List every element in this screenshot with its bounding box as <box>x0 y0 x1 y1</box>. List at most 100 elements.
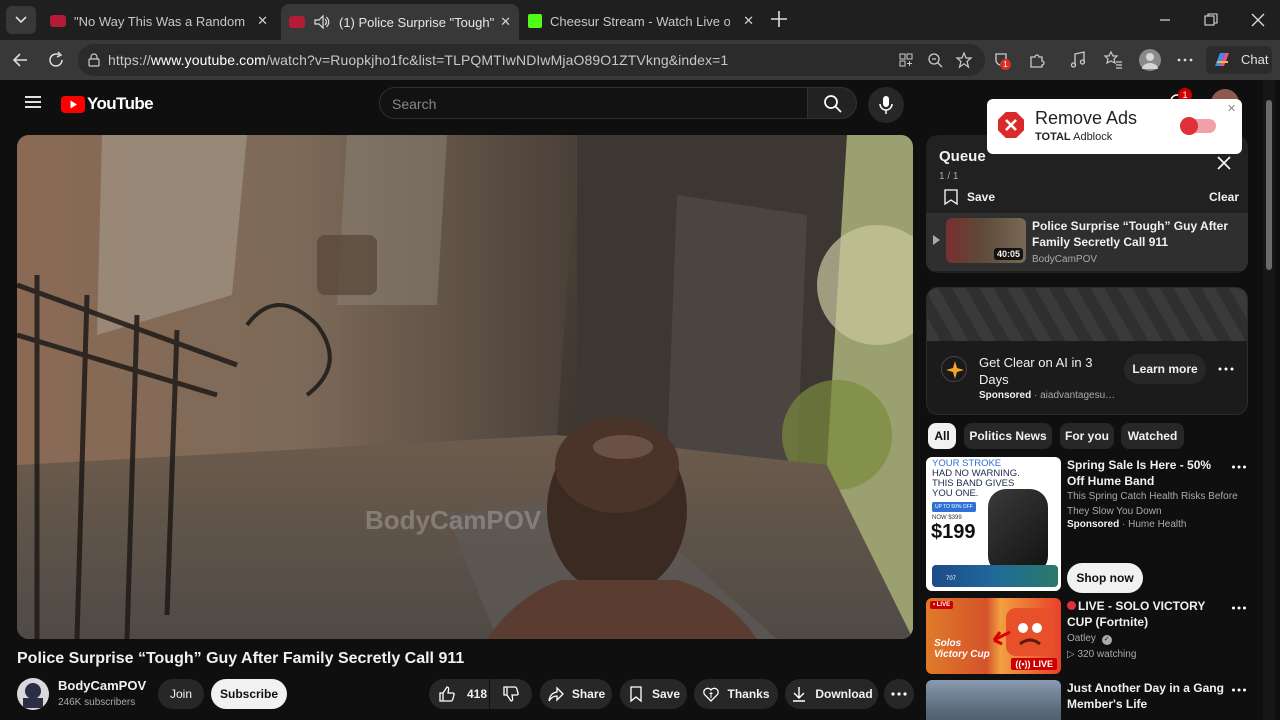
kick-favicon-icon <box>528 14 542 28</box>
tab-title: (1) Police Surprise "Tough" Gu <box>339 14 495 30</box>
search-placeholder: Search <box>392 96 437 112</box>
queue-save-button[interactable]: Save <box>943 188 995 206</box>
url-text: https://www.youtube.com/watch?v=Ruopkjho… <box>108 52 728 68</box>
channel-avatar[interactable] <box>17 678 49 710</box>
tab-3[interactable]: Cheesur Stream - Watch Live on K ✕ <box>522 6 762 36</box>
channel-logo-icon <box>23 683 43 708</box>
voice-search-button[interactable] <box>868 87 904 123</box>
copilot-icon <box>1215 53 1229 66</box>
rec-more-button[interactable] <box>1231 459 1247 475</box>
url-prefix: https:// <box>108 52 151 68</box>
download-label: Download <box>815 687 873 701</box>
more-actions-button[interactable] <box>884 679 914 709</box>
media-control-button[interactable] <box>1068 50 1088 70</box>
minimize-button[interactable] <box>1150 12 1180 28</box>
new-tab-button[interactable] <box>768 8 790 30</box>
app-available-icon[interactable] <box>898 52 914 68</box>
queue-item-thumbnail: 40:05 <box>946 218 1026 263</box>
close-window-button[interactable] <box>1243 10 1273 30</box>
refresh-button[interactable] <box>46 50 66 70</box>
video-player[interactable]: BodyCamPOV <box>17 135 913 639</box>
chip-watched[interactable]: Watched <box>1121 423 1184 449</box>
remove-ads-toggle[interactable] <box>1180 117 1216 135</box>
channel-name: Oatley <box>1067 633 1096 644</box>
back-button[interactable] <box>10 50 30 70</box>
queue-save-label: Save <box>967 190 996 204</box>
adblock-brand: TOTAL Adblock <box>1035 131 1112 143</box>
recommendation-ad-item[interactable]: YOUR STROKE HAD NO WARNING. THIS BAND GI… <box>926 457 1248 593</box>
queue-clear-button[interactable]: Clear <box>1209 190 1239 204</box>
download-button[interactable]: Download <box>785 679 878 709</box>
hume-band-thumbnail: YOUR STROKE HAD NO WARNING. THIS BAND GI… <box>926 457 1061 591</box>
copilot-chat-button[interactable]: Chat <box>1206 46 1272 74</box>
youtube-play-logo-icon <box>61 95 85 113</box>
recommendation-item[interactable]: Just Another Day in a Gang Member's Life <box>926 680 1248 720</box>
rec-more-button[interactable] <box>1231 600 1247 616</box>
shop-now-button[interactable]: Shop now <box>1067 563 1143 593</box>
extension-badge: 1 <box>1000 59 1011 70</box>
minimize-icon <box>1160 19 1170 21</box>
restore-button[interactable] <box>1196 12 1226 28</box>
thanks-button[interactable]: Thanks <box>694 679 778 709</box>
chip-for-you[interactable]: For you <box>1060 423 1114 449</box>
site-info-icon[interactable] <box>86 52 102 68</box>
save-button[interactable]: Save <box>620 679 687 709</box>
dislike-button[interactable] <box>490 679 532 709</box>
subscriber-count: 246K subscribers <box>58 697 136 708</box>
rec-more-button[interactable] <box>1231 682 1247 698</box>
subscribe-button[interactable]: Subscribe <box>211 679 287 709</box>
tab-2[interactable]: (1) Police Surprise "Tough" Gu ✕ <box>281 4 519 40</box>
queue-item[interactable]: 40:05 Police Surprise “Tough” Guy After … <box>926 213 1248 271</box>
youtube-favicon-icon <box>289 16 305 28</box>
popup-close-icon[interactable]: ✕ <box>1227 102 1236 115</box>
watching-count: 320 watching <box>1077 649 1137 660</box>
profile-avatar-icon <box>1142 53 1158 69</box>
like-button[interactable]: 418 <box>429 679 489 709</box>
favorites-button[interactable] <box>1103 50 1123 70</box>
chip-politics-news[interactable]: Politics News <box>964 423 1052 449</box>
share-button[interactable]: Share <box>540 679 612 709</box>
puzzle-icon <box>1030 54 1045 68</box>
close-tab-icon[interactable]: ✕ <box>743 13 754 29</box>
join-button[interactable]: Join <box>158 679 204 709</box>
chip-all[interactable]: All <box>928 423 956 449</box>
save-label: Save <box>651 687 681 701</box>
queue-item-duration: 40:05 <box>993 248 1023 260</box>
tab-1[interactable]: "No Way This Was a Random Traffi ✕ <box>42 6 276 36</box>
more-menu-button[interactable] <box>1175 50 1195 70</box>
rec-channel: Oatley ✓ <box>1067 631 1112 646</box>
x-mark-icon <box>1005 119 1017 131</box>
search-button[interactable] <box>807 87 857 119</box>
sponsored-more-button[interactable] <box>1217 360 1235 378</box>
sponsored-banner-image <box>927 288 1247 341</box>
fortnite-thumbnail: • LIVE Solos Victory Cup ((•)) LIVE <box>926 598 1061 674</box>
tab-list-button[interactable] <box>6 6 36 34</box>
video-title: Police Surprise “Tough” Guy After Family… <box>17 650 465 667</box>
thanks-label: Thanks <box>727 687 770 701</box>
favorite-star-icon[interactable] <box>955 51 973 69</box>
guide-menu-button[interactable] <box>24 94 42 110</box>
scrollbar-thumb[interactable] <box>1266 100 1272 270</box>
extensions-button[interactable] <box>1027 50 1047 70</box>
adblock-extension-button[interactable]: 1 <box>992 50 1012 70</box>
learn-more-button[interactable]: Learn more <box>1124 354 1206 384</box>
queue-panel: Queue 1 / 1 Save Clear 40:05 Police Surp… <box>926 135 1248 273</box>
recommendation-item[interactable]: • LIVE Solos Victory Cup ((•)) LIVE LIVE… <box>926 598 1248 674</box>
close-tab-icon[interactable]: ✕ <box>500 14 511 30</box>
address-bar[interactable]: https://www.youtube.com/watch?v=Ruopkjho… <box>78 44 985 76</box>
queue-position: 1 / 1 <box>939 171 959 182</box>
search-input[interactable]: Search <box>379 87 807 119</box>
profile-button[interactable] <box>1139 49 1161 71</box>
search-icon <box>824 95 842 113</box>
youtube-logo[interactable]: YouTube <box>61 94 154 114</box>
queue-close-button[interactable] <box>1216 155 1232 171</box>
channel-name[interactable]: BodyCamPOV <box>58 678 146 693</box>
close-tab-icon[interactable]: ✕ <box>257 13 268 29</box>
chip-label: Watched <box>1127 429 1178 443</box>
refresh-icon <box>49 51 63 67</box>
rec-title-text: LIVE - SOLO VICTORY CUP (Fortnite) <box>1067 599 1206 629</box>
zoom-icon[interactable] <box>927 52 943 68</box>
sponsored-card[interactable]: Get Clear on AI in 3 Days Sponsored · ai… <box>926 287 1248 415</box>
speaker-icon[interactable] <box>313 14 331 30</box>
page-scrollbar[interactable] <box>1263 80 1275 720</box>
